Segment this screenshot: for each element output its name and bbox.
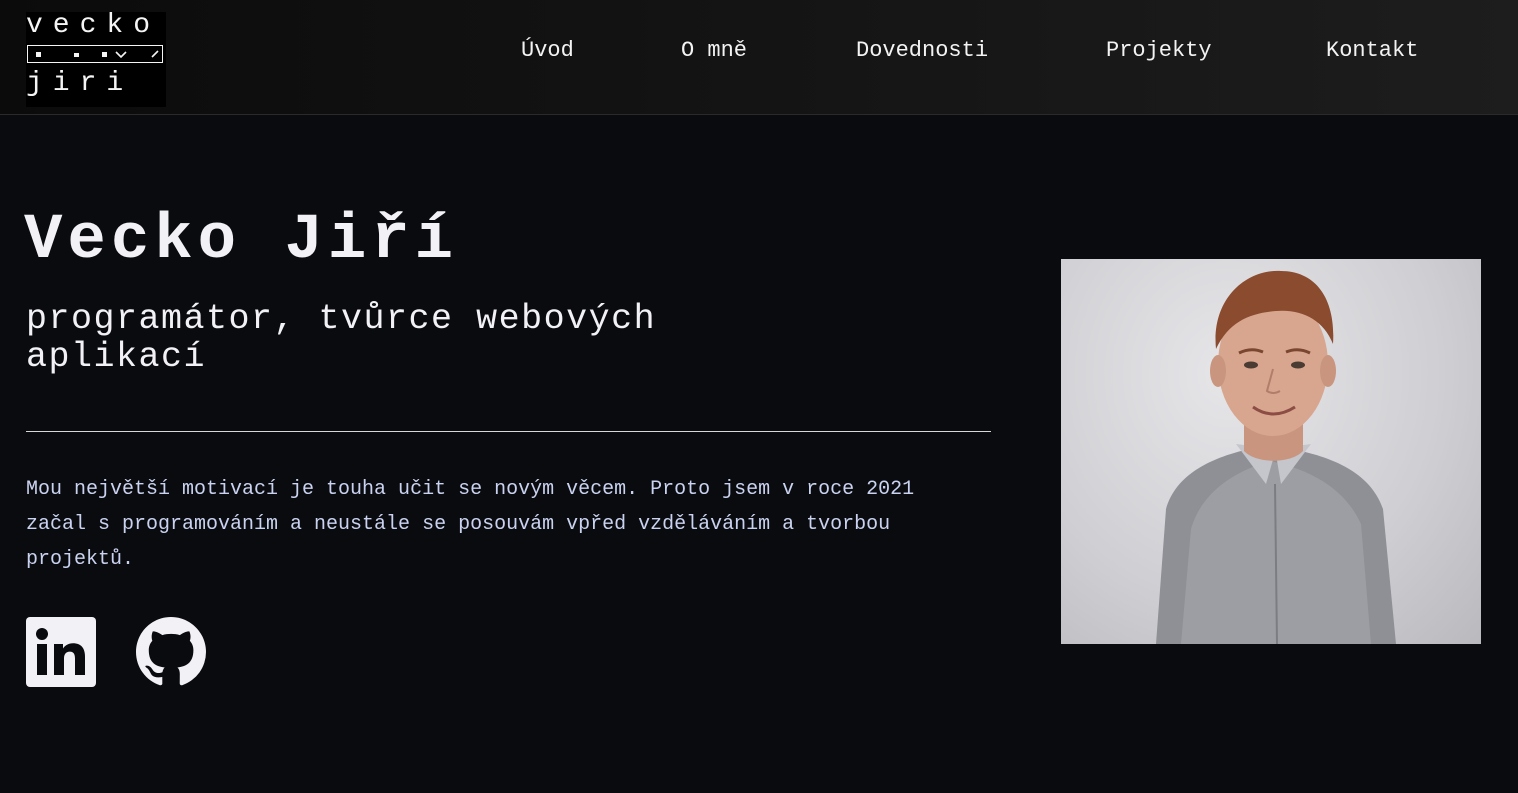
main-nav: Úvod O mně Dovednosti Projekty Kontakt (0, 38, 1518, 68)
linkedin-link[interactable] (26, 617, 96, 687)
profile-photo (1061, 259, 1481, 644)
hero-name: Vecko Jiří (24, 205, 459, 277)
site-header: vecko jiri Úvod O mně Dovednosti Projekt… (0, 0, 1518, 115)
hero-role: programátor, tvůrce webových aplikací (26, 299, 657, 377)
linkedin-icon (26, 617, 96, 687)
nav-item-uvod[interactable]: Úvod (521, 38, 574, 63)
nav-item-dovednosti[interactable]: Dovednosti (856, 38, 988, 63)
logo-text-top: vecko (26, 10, 161, 41)
logo-text-bottom: jiri (26, 68, 134, 99)
hero-divider (26, 431, 991, 432)
github-link[interactable] (136, 617, 206, 687)
nav-item-o-mne[interactable]: O mně (681, 38, 747, 63)
github-icon (136, 617, 206, 686)
nav-item-projekty[interactable]: Projekty (1106, 38, 1212, 63)
nav-item-kontakt[interactable]: Kontakt (1326, 38, 1418, 63)
hero-bio: Mou největší motivací je touha učit se n… (26, 478, 915, 571)
